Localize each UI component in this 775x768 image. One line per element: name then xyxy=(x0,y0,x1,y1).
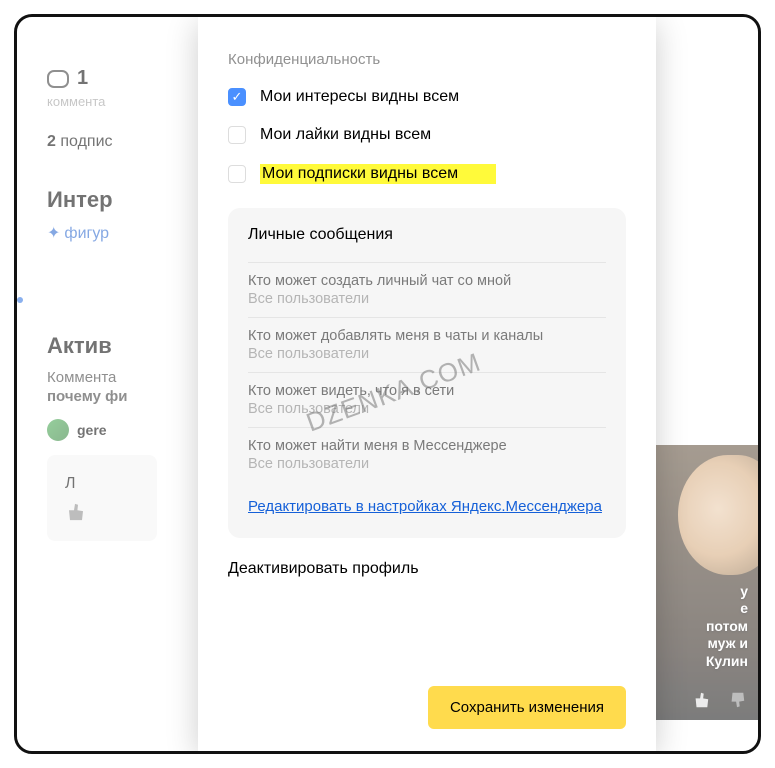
deactivate-profile-link[interactable]: Деактивировать профиль xyxy=(228,560,626,578)
checkbox-icon[interactable] xyxy=(228,165,246,183)
pm-item-find-me[interactable]: Кто может найти меня в Мессенджере Все п… xyxy=(248,427,606,482)
checkbox-label-highlighted: Мои подписки видны всем xyxy=(260,164,496,184)
pm-question: Кто может видеть, что я в сети xyxy=(248,383,606,399)
pm-item-create-chat[interactable]: Кто может создать личный чат со мной Все… xyxy=(248,262,606,317)
checkbox-label: Мои лайки видны всем xyxy=(260,126,431,144)
pm-answer: Все пользователи xyxy=(248,346,606,362)
pm-item-add-to-chats[interactable]: Кто может добавлять меня в чаты и каналы… xyxy=(248,317,606,372)
checkbox-row-likes[interactable]: Мои лайки видны всем xyxy=(228,126,626,144)
save-button[interactable]: Сохранить изменения xyxy=(428,686,626,729)
pm-question: Кто может создать личный чат со мной xyxy=(248,273,606,289)
checkbox-row-subscriptions[interactable]: Мои подписки видны всем xyxy=(228,164,626,184)
settings-modal: Конфиденциальность ✓ Мои интересы видны … xyxy=(198,17,656,751)
edit-messenger-settings-link[interactable]: Редактировать в настройках Яндекс.Мессен… xyxy=(248,496,606,518)
checkbox-icon[interactable]: ✓ xyxy=(228,88,246,106)
pm-question: Кто может найти меня в Мессенджере xyxy=(248,438,606,454)
checkbox-row-interests[interactable]: ✓ Мои интересы видны всем xyxy=(228,88,626,106)
pm-question: Кто может добавлять меня в чаты и каналы xyxy=(248,328,606,344)
pm-answer: Все пользователи xyxy=(248,456,606,472)
checkbox-label: Мои интересы видны всем xyxy=(260,88,459,106)
private-messages-box: Личные сообщения Кто может создать личны… xyxy=(228,208,626,538)
pm-item-online-status[interactable]: Кто может видеть, что я в сети Все польз… xyxy=(248,372,606,427)
pm-title: Личные сообщения xyxy=(248,226,606,244)
pm-answer: Все пользователи xyxy=(248,401,606,417)
checkbox-icon[interactable] xyxy=(228,126,246,144)
pm-answer: Все пользователи xyxy=(248,291,606,307)
privacy-section-label: Конфиденциальность xyxy=(228,51,626,68)
